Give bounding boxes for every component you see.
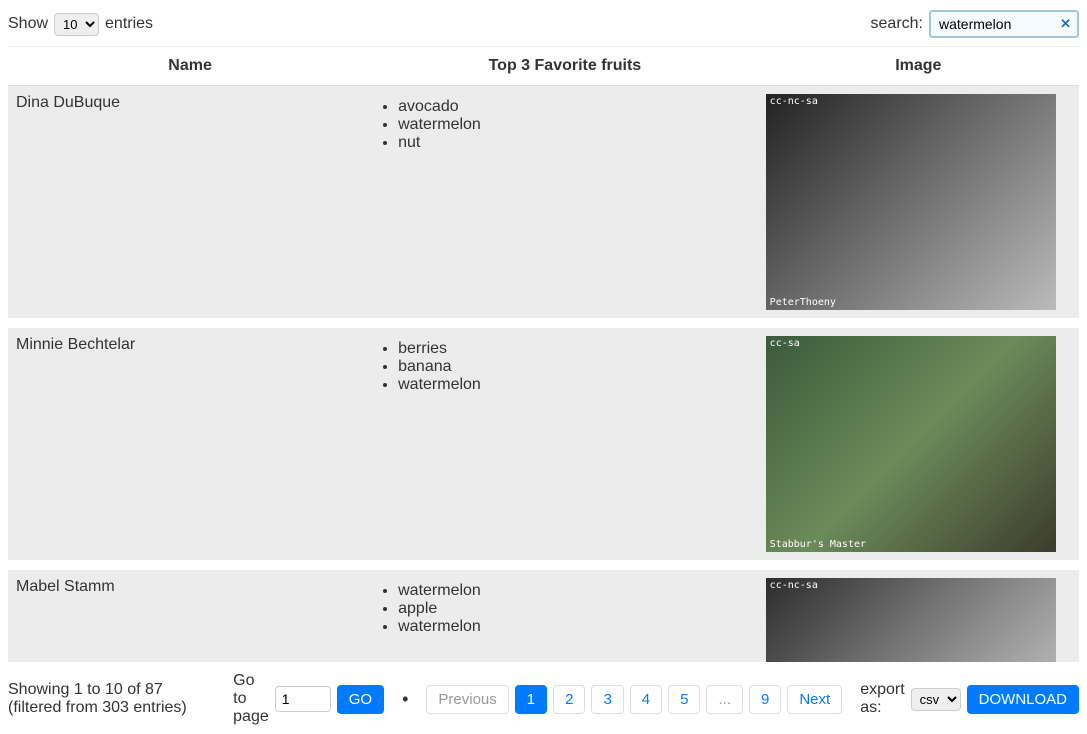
goto-input[interactable]	[275, 686, 331, 712]
go-button[interactable]: GO	[337, 685, 384, 714]
search-label: search:	[871, 15, 923, 33]
page-next[interactable]: Next	[787, 685, 842, 714]
fruit-item: watermelon	[398, 618, 750, 636]
col-name[interactable]: Name	[8, 47, 372, 86]
cell-image: cc-nc-sa PeterThoeny	[758, 86, 1079, 324]
fruit-item: berries	[398, 340, 750, 358]
image-placeholder: cc-nc-sa PeterThoeny	[766, 94, 1056, 310]
page-ellipsis: ...	[706, 685, 743, 714]
page-previous[interactable]: Previous	[426, 685, 508, 714]
image-license-label: cc-nc-sa	[770, 96, 1052, 107]
export-label: export as:	[860, 681, 904, 717]
col-image[interactable]: Image	[758, 47, 1079, 86]
table-row: Minnie Bechtelarberriesbananawatermelonc…	[8, 323, 1079, 565]
showing-text: Showing 1 to 10 of 87 (filtered from 303…	[8, 681, 215, 717]
cell-image: cc-nc-sa	[758, 565, 1079, 662]
fruit-item: apple	[398, 600, 750, 618]
fruit-item: watermelon	[398, 582, 750, 600]
page-9[interactable]: 9	[749, 685, 781, 714]
cell-image: cc-sa Stabbur's Master	[758, 323, 1079, 565]
page-2[interactable]: 2	[553, 685, 585, 714]
fruit-item: banana	[398, 358, 750, 376]
search-box: ✕	[929, 10, 1079, 38]
entries-select[interactable]: 10	[54, 13, 99, 36]
fruit-item: watermelon	[398, 116, 750, 134]
cell-name: Minnie Bechtelar	[8, 323, 372, 565]
show-label-post: entries	[105, 15, 153, 33]
page-5[interactable]: 5	[668, 685, 700, 714]
fruit-item: watermelon	[398, 376, 750, 394]
cell-name: Mabel Stamm	[8, 565, 372, 662]
cell-fruits: watermelonapplewatermelon	[372, 565, 758, 662]
clear-search-icon[interactable]: ✕	[1060, 16, 1071, 32]
col-fruits[interactable]: Top 3 Favorite fruits	[372, 47, 758, 86]
pagination: Previous12345...9Next	[426, 685, 842, 714]
download-button[interactable]: DOWNLOAD	[967, 685, 1079, 714]
data-table: Name Top 3 Favorite fruits Image Dina Du…	[8, 47, 1079, 662]
search-input[interactable]	[937, 15, 1060, 33]
fruit-item: nut	[398, 134, 750, 152]
cell-name: Dina DuBuque	[8, 86, 372, 324]
page-4[interactable]: 4	[630, 685, 662, 714]
table-row: Dina DuBuqueavocadowatermelonnutcc-nc-sa…	[8, 86, 1079, 324]
image-credit-label: PeterThoeny	[770, 297, 836, 308]
page-1[interactable]: 1	[515, 685, 547, 714]
show-label-pre: Show	[8, 15, 48, 33]
cell-fruits: avocadowatermelonnut	[372, 86, 758, 324]
image-license-label: cc-sa	[770, 338, 1052, 349]
image-placeholder: cc-sa Stabbur's Master	[766, 336, 1056, 552]
image-placeholder: cc-nc-sa	[766, 578, 1056, 662]
image-credit-label: Stabbur's Master	[770, 539, 866, 550]
fruit-item: avocado	[398, 98, 750, 116]
table-scroll-region[interactable]: Name Top 3 Favorite fruits Image Dina Du…	[8, 46, 1079, 662]
export-select[interactable]: csv	[911, 688, 961, 711]
image-license-label: cc-nc-sa	[770, 580, 1052, 591]
table-row: Mabel Stammwatermelonapplewatermeloncc-n…	[8, 565, 1079, 662]
page-3[interactable]: 3	[591, 685, 623, 714]
cell-fruits: berriesbananawatermelon	[372, 323, 758, 565]
goto-label: Go to page	[233, 672, 269, 726]
